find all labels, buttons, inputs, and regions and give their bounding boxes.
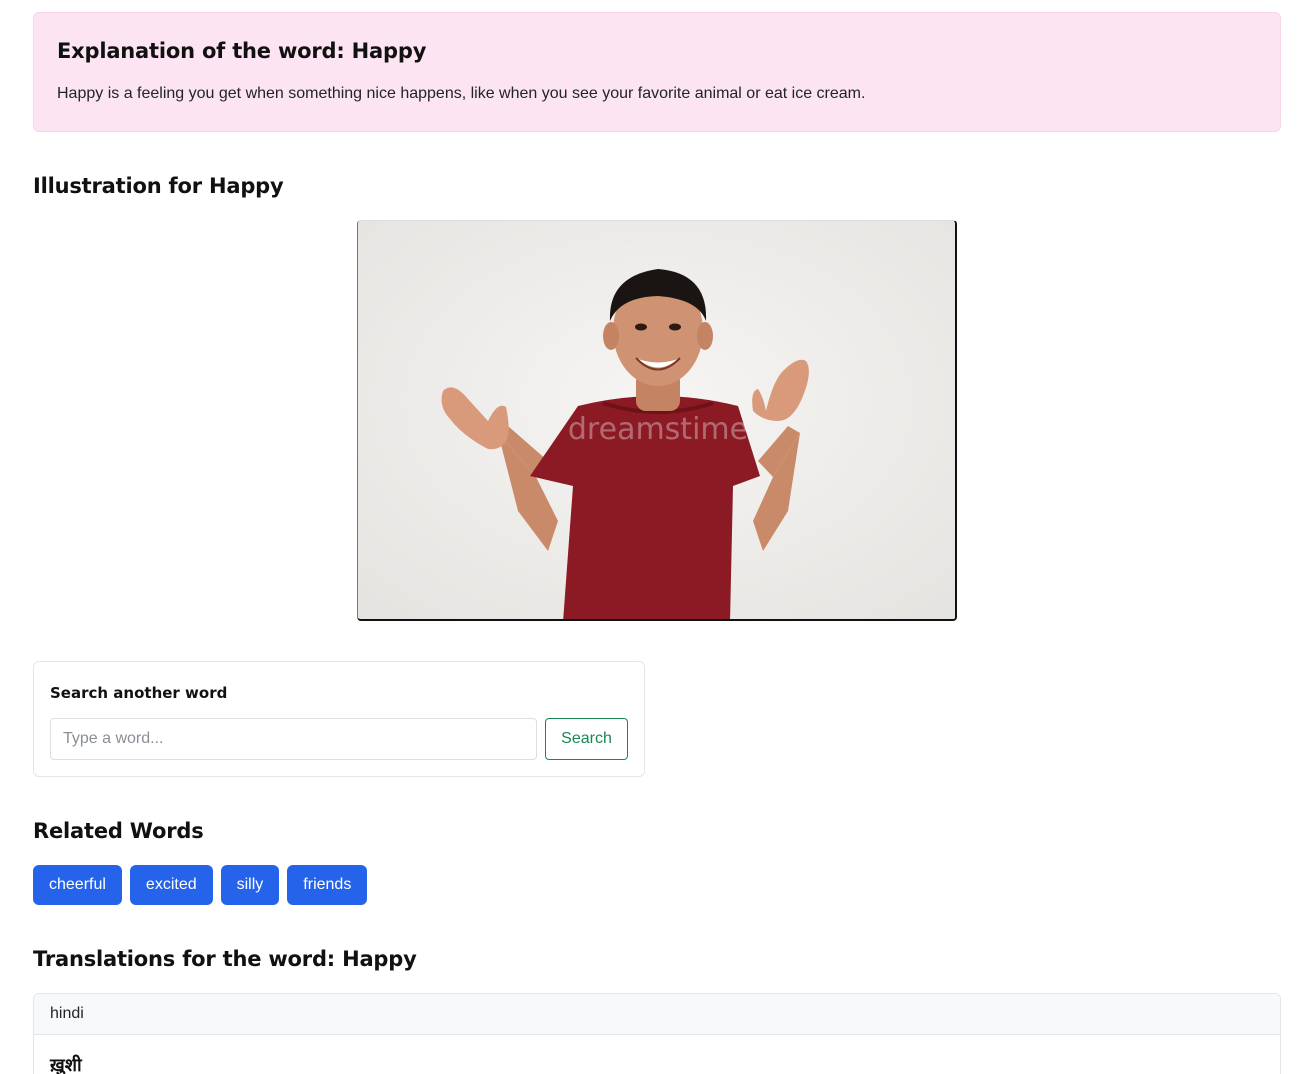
translation-language: hindi <box>34 994 1280 1035</box>
explanation-card: Explanation of the word: Happy Happy is … <box>33 12 1281 132</box>
search-label: Search another word <box>50 684 228 702</box>
page: Explanation of the word: Happy Happy is … <box>0 0 1303 1074</box>
illustration-image: dreamstime <box>357 220 957 621</box>
related-words-heading: Related Words <box>33 819 204 843</box>
related-word-chip[interactable]: silly <box>220 865 280 905</box>
translations-heading: Translations for the word: Happy <box>33 947 417 971</box>
related-word-chip[interactable]: cheerful <box>33 865 122 905</box>
explanation-text: Happy is a feeling you get when somethin… <box>57 85 866 102</box>
related-words-list: cheerful excited silly friends <box>33 865 368 905</box>
related-word-chip[interactable]: friends <box>287 865 368 905</box>
related-word-chip[interactable]: excited <box>129 865 213 905</box>
happy-child-photo: dreamstime <box>358 221 955 619</box>
watermark-text: dreamstime <box>568 412 748 447</box>
search-card: Search another word Search <box>33 661 645 777</box>
search-input[interactable] <box>50 718 537 760</box>
translation-card: hindi ख़ुशी <box>33 993 1281 1074</box>
translation-word: ख़ुशी <box>50 1055 82 1074</box>
search-button[interactable]: Search <box>545 718 628 760</box>
illustration-heading: Illustration for Happy <box>33 174 284 198</box>
explanation-title: Explanation of the word: Happy <box>57 39 427 63</box>
